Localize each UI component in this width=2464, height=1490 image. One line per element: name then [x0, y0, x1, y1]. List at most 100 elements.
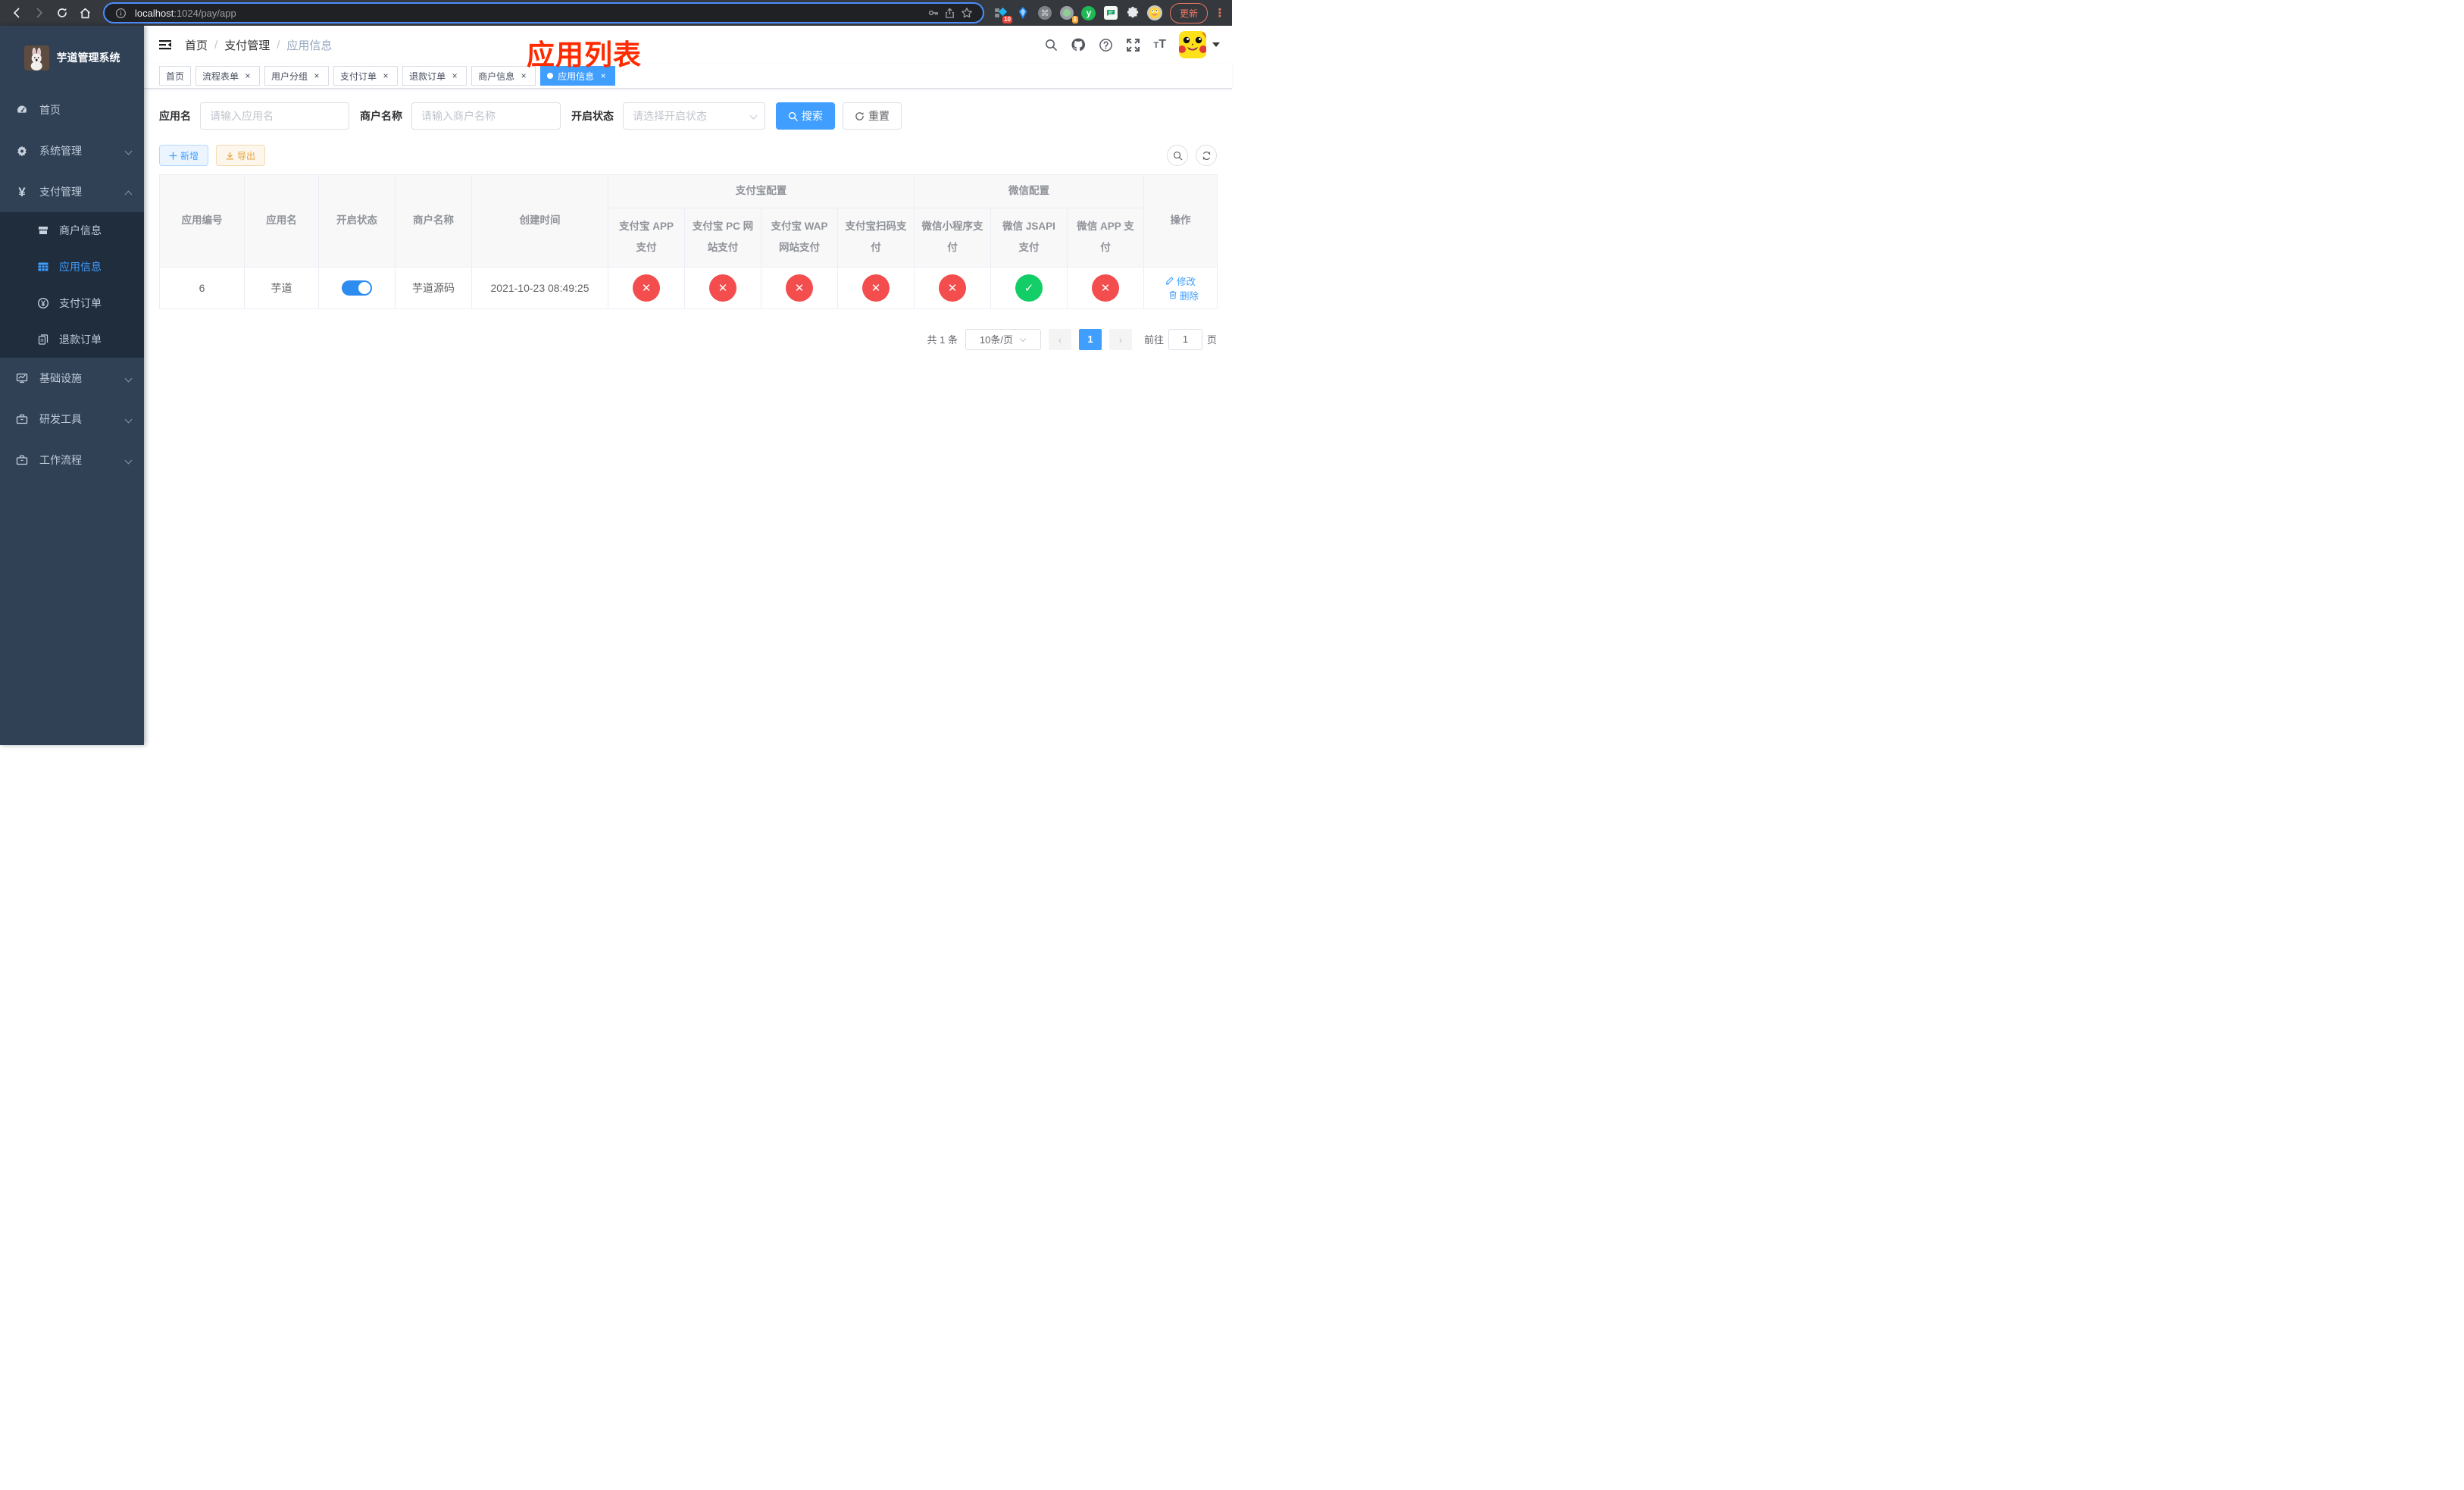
share-icon[interactable] — [942, 5, 958, 21]
refresh-table-button[interactable] — [1196, 145, 1217, 166]
tag-label: 流程表单 — [202, 70, 239, 82]
status-icon-alipay-wap: ✕ — [786, 274, 813, 302]
status-icon-alipay-pc: ✕ — [709, 274, 736, 302]
sidebar-item-label: 工作流程 — [39, 454, 82, 466]
back-arrow-icon — [14, 8, 20, 18]
export-button[interactable]: 导出 — [216, 145, 266, 166]
browser-forward-button[interactable] — [29, 2, 50, 23]
password-key-icon[interactable] — [925, 5, 942, 21]
app-name-input[interactable] — [200, 102, 349, 130]
toggle-search-button[interactable] — [1167, 145, 1188, 166]
tag-user-group[interactable]: 用户分组 — [264, 66, 330, 86]
extension-blocker-icon[interactable]: 10 — [993, 5, 1012, 23]
edit-link[interactable]: 修改 — [1165, 274, 1196, 288]
extension-y-icon[interactable]: y — [1081, 5, 1096, 20]
reset-button[interactable]: 重置 — [843, 102, 902, 130]
annotation-overlay: 应用列表 — [527, 39, 642, 70]
page-size-select[interactable]: 10条/页 — [965, 328, 1041, 350]
user-menu[interactable] — [1179, 31, 1220, 58]
url-host: localhost — [135, 7, 174, 19]
col-header-wx-app: 微信 APP 支付 — [1066, 207, 1145, 268]
sidebar-item-workflow[interactable]: 工作流程 — [0, 440, 144, 480]
sidebar-logo[interactable]: 芋道管理系统 — [0, 26, 144, 89]
breadcrumb-home[interactable]: 首页 — [185, 37, 208, 53]
close-icon[interactable] — [449, 70, 460, 81]
font-size-icon[interactable]: TT — [1153, 38, 1166, 52]
col-header-merchant: 商户名称 — [395, 174, 472, 268]
col-group-alipay: 支付宝配置 — [608, 174, 915, 208]
tag-flow-form[interactable]: 流程表单 — [195, 66, 261, 86]
close-icon[interactable] — [311, 70, 322, 81]
sidebar-item-home[interactable]: 首页 — [0, 89, 144, 130]
extension-badge: 1 — [1071, 16, 1078, 23]
chevron-down-icon — [751, 113, 757, 119]
status-select[interactable]: 请选择开启状态 — [623, 102, 765, 130]
col-header-alipay-wap: 支付宝 WAP 网站支付 — [761, 207, 838, 268]
refresh-icon — [1202, 151, 1210, 160]
pay-submenu: 商户信息 应用信息 支付订单 退款订单 — [0, 212, 144, 358]
close-icon[interactable] — [242, 70, 253, 81]
extension-puzzle-icon[interactable] — [1125, 5, 1140, 20]
status-icon-wx-mini: ✕ — [939, 274, 966, 302]
add-button[interactable]: 新增 — [159, 145, 209, 166]
page-content: 应用名 商户名称 开启状态 请选择开启状态 搜索 重置 — [144, 89, 1232, 745]
user-avatar — [1179, 31, 1206, 58]
chevron-down-icon — [1021, 337, 1027, 343]
browser-menu-icon[interactable] — [1214, 6, 1226, 20]
fullscreen-icon[interactable] — [1126, 38, 1140, 52]
col-header-status: 开启状态 — [318, 174, 396, 268]
delete-link-label: 删除 — [1180, 290, 1199, 302]
prev-page-button[interactable] — [1048, 328, 1071, 350]
col-header-alipay-pc: 支付宝 PC 网站支付 — [684, 207, 761, 268]
col-header-alipay-app: 支付宝 APP 支付 — [608, 207, 685, 268]
sidebar-item-app-info[interactable]: 应用信息 — [0, 249, 144, 285]
sidebar-item-pay-order[interactable]: 支付订单 — [0, 285, 144, 321]
goto-page-input[interactable] — [1168, 328, 1202, 350]
sidebar-fold-icon[interactable] — [153, 33, 177, 57]
goto-label: 前往 — [1143, 334, 1164, 346]
tag-label: 支付订单 — [340, 70, 377, 82]
cell-merchant: 芋道源码 — [395, 266, 472, 309]
github-icon[interactable] — [1071, 37, 1086, 52]
sidebar-item-pay[interactable]: ¥ 支付管理 — [0, 171, 144, 212]
enabled-switch[interactable] — [342, 280, 372, 296]
extension-chat-icon[interactable] — [1103, 5, 1118, 20]
edit-pencil-icon — [1165, 277, 1174, 285]
close-icon[interactable] — [380, 70, 391, 81]
storefront-icon — [36, 224, 50, 236]
breadcrumb-pay[interactable]: 支付管理 — [224, 37, 270, 53]
extension-session-icon[interactable]: 1 — [1059, 5, 1078, 23]
tag-refund-order[interactable]: 退款订单 — [402, 66, 467, 86]
sidebar-item-system[interactable]: 系统管理 — [0, 130, 144, 171]
bookmark-star-icon[interactable] — [958, 5, 975, 21]
home-icon — [80, 8, 90, 18]
header-search-icon[interactable] — [1044, 38, 1058, 52]
browser-home-button[interactable] — [74, 2, 95, 23]
page-number-1[interactable]: 1 — [1078, 328, 1102, 350]
sidebar-item-merchant[interactable]: 商户信息 — [0, 212, 144, 249]
sidebar-item-refund-order[interactable]: 退款订单 — [0, 321, 144, 358]
col-header-app-id: 应用编号 — [159, 174, 245, 268]
extension-command-icon[interactable] — [1037, 5, 1052, 20]
merchant-name-input[interactable] — [411, 102, 561, 130]
delete-link[interactable]: 删除 — [1168, 288, 1199, 302]
status-icon-alipay-app: ✕ — [633, 274, 660, 302]
tag-pay-order[interactable]: 支付订单 — [333, 66, 399, 86]
browser-update-button[interactable]: 更新 — [1169, 2, 1208, 23]
browser-back-button[interactable] — [6, 2, 27, 23]
tag-label: 首页 — [166, 70, 185, 82]
help-icon[interactable] — [1099, 38, 1113, 52]
browser-reload-button[interactable] — [52, 2, 73, 23]
address-bar[interactable]: localhost:1024/pay/app — [103, 2, 984, 23]
col-header-alipay-qr: 支付宝扫码支付 — [837, 207, 915, 268]
next-page-button[interactable] — [1108, 328, 1132, 350]
extension-emoji-icon[interactable] — [1146, 5, 1162, 20]
sidebar-item-dev-tools[interactable]: 研发工具 — [0, 399, 144, 440]
search-button[interactable]: 搜索 — [776, 102, 835, 130]
tag-home[interactable]: 首页 — [159, 66, 192, 86]
switch-knob — [358, 281, 371, 294]
site-info-icon[interactable] — [112, 5, 129, 21]
search-button-label: 搜索 — [802, 110, 823, 122]
extension-gem-icon[interactable] — [1015, 5, 1030, 20]
sidebar-item-infra[interactable]: 基础设施 — [0, 358, 144, 399]
